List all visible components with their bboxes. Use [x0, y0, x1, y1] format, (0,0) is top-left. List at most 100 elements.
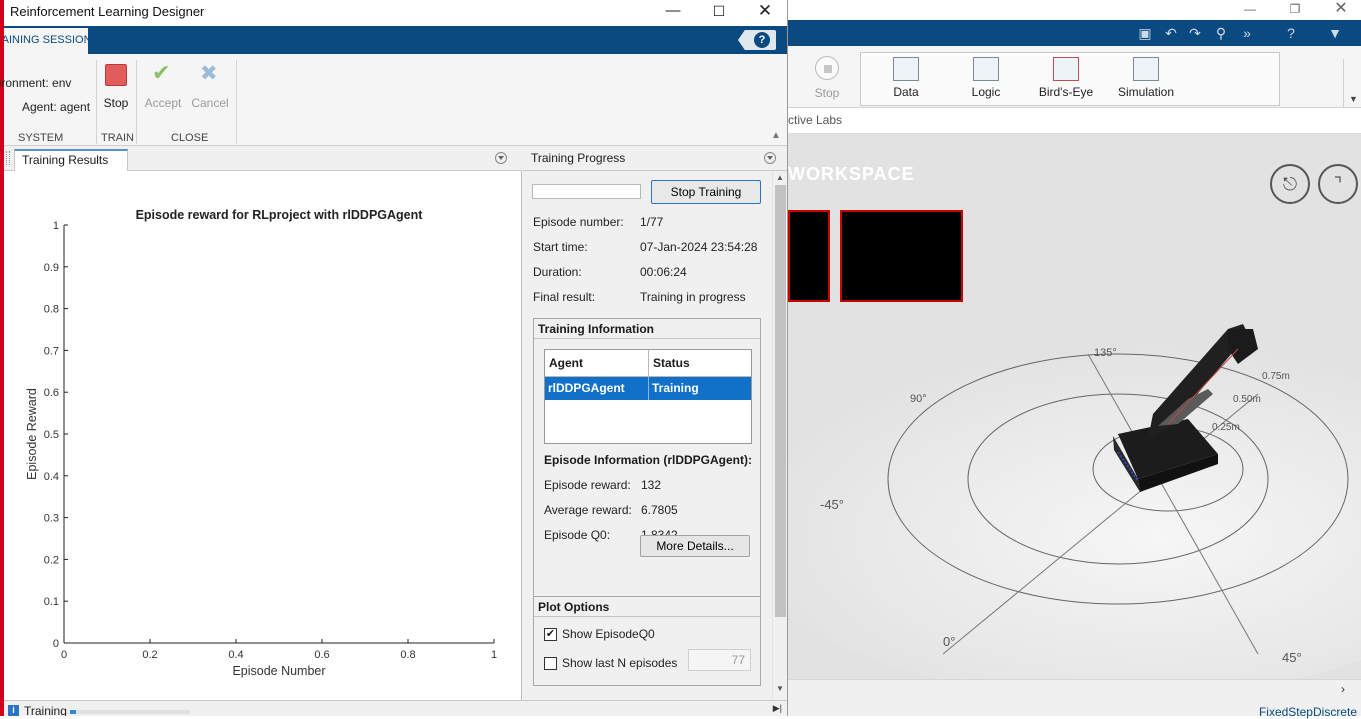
tab-training-results[interactable]: Training Results: [14, 149, 128, 171]
progress-body: Stop Training Episode number: 1/77 Start…: [523, 171, 771, 700]
logic-analyzer-icon: [973, 57, 999, 81]
y-tick-label: 0.7: [44, 345, 59, 357]
horizontal-scrollbar[interactable]: ›: [788, 679, 1361, 699]
more-details-button[interactable]: More Details...: [640, 535, 750, 557]
close-icon[interactable]: ✕: [1326, 0, 1356, 20]
stop-icon: [815, 56, 839, 80]
scene-label-r050: 0.50m: [1233, 394, 1261, 405]
solver-status[interactable]: FixedStepDiscrete: [1259, 705, 1357, 719]
simulation-3d-view[interactable]: 135° 90° -45° 0° 45° 0.75m 0.50m 0.25m W…: [788, 134, 1361, 679]
redo-icon[interactable]: ↷: [1184, 23, 1206, 43]
apps-gallery: Data Logic Bird's-Eye Simulation ▼: [860, 52, 1358, 113]
episode-number-label: Episode number:: [533, 215, 624, 229]
save-icon[interactable]: ▣: [1134, 23, 1156, 43]
tab-label: Training Results: [22, 153, 109, 167]
window-title: Reinforcement Learning Designer: [10, 4, 205, 19]
cancel-x-icon: [199, 61, 221, 86]
run-menu-icon[interactable]: »: [1236, 23, 1258, 43]
status-progress-bar: [70, 710, 190, 714]
scrollbar-thumb[interactable]: [775, 185, 786, 617]
y-tick-label: 0.6: [44, 387, 59, 399]
scroll-right-icon[interactable]: ›: [1341, 682, 1345, 696]
y-axis-label: Episode Reward: [25, 388, 39, 480]
episode-q0-label: Episode Q0:: [544, 528, 611, 542]
birds-eye-scope-icon: [1053, 57, 1079, 81]
x-tick-label: 0.2: [142, 649, 157, 661]
stop-label: Stop: [103, 96, 129, 110]
duration-label: Duration:: [533, 265, 582, 279]
scene-label-0: 0°: [943, 634, 955, 649]
stop-button[interactable]: Stop: [94, 64, 138, 110]
x-tick-label: 0.8: [400, 649, 415, 661]
y-tick-label: 0: [53, 638, 59, 650]
scroll-up-icon[interactable]: ▲: [776, 173, 784, 182]
gallery-item-data[interactable]: Data: [867, 57, 945, 99]
camera-view-box[interactable]: [788, 210, 830, 302]
gallery-item-birds-eye[interactable]: Bird's-Eye: [1027, 57, 1105, 99]
expand-panel-icon[interactable]: ▶|: [773, 703, 782, 714]
robot-view-icon[interactable]: ⎋: [1270, 164, 1310, 204]
plot-options-title: Plot Options: [534, 597, 760, 617]
average-reward-value: 6.7805: [641, 503, 678, 517]
panel-menu-icon[interactable]: [495, 152, 507, 164]
chart-title: Episode reward for RLproject with rlDDPG…: [136, 208, 424, 222]
y-tick-label: 0.9: [44, 262, 59, 274]
show-last-n-checkbox[interactable]: [544, 657, 557, 670]
duration-value: 00:06:24: [640, 265, 687, 279]
table-row[interactable]: rlDDPGAgent Training: [545, 377, 751, 400]
gallery-expand-icon[interactable]: ▼: [1343, 59, 1361, 113]
breadcrumb[interactable]: ctive Labs: [788, 108, 1361, 134]
status-text: Training: [24, 704, 67, 716]
help-button[interactable]: ?: [738, 30, 776, 50]
restore-icon[interactable]: ❐: [1280, 0, 1310, 20]
group-label-train: TRAIN: [101, 132, 134, 144]
show-q0-checkbox[interactable]: ✔: [544, 628, 557, 641]
start-time-label: Start time:: [533, 240, 588, 254]
y-tick-label: 0.5: [44, 429, 59, 441]
column-header-status[interactable]: Status: [649, 350, 751, 377]
scroll-down-icon[interactable]: ▼: [776, 684, 784, 693]
scene-label-135: 135°: [1094, 347, 1117, 359]
average-reward-label: Average reward:: [544, 503, 632, 517]
rl-designer-window: Reinforcement Learning Designer — ☐ ✕ TR…: [0, 0, 788, 716]
stop-icon: [105, 64, 127, 86]
maximize-icon[interactable]: ☐: [696, 0, 742, 24]
accept-button[interactable]: Accept: [141, 60, 185, 110]
episode-info-title: Episode Information (rlDDPGAgent):: [544, 453, 752, 467]
column-header-agent[interactable]: Agent: [545, 350, 649, 377]
minimize-icon[interactable]: —: [650, 0, 696, 24]
show-q0-label: Show EpisodeQ0: [562, 627, 655, 641]
plot-area: [64, 225, 494, 643]
vertical-scrollbar[interactable]: ▲ ▼: [772, 171, 787, 700]
arm-view-icon[interactable]: ⌝: [1318, 164, 1358, 204]
minimize-icon[interactable]: —: [1235, 0, 1265, 20]
close-icon[interactable]: ✕: [742, 0, 787, 24]
help-icon[interactable]: ?: [1280, 23, 1302, 43]
gallery-item-logic[interactable]: Logic: [947, 57, 1025, 99]
zoom-icon[interactable]: ⚲: [1210, 23, 1232, 43]
chevron-down-icon[interactable]: ▼: [1324, 23, 1346, 43]
bg-stop-button[interactable]: Stop: [802, 56, 852, 100]
scene-label-neg45: -45°: [820, 497, 844, 512]
background-titlebar: — ❐ ✕: [788, 0, 1361, 20]
cell-status: Training: [652, 381, 699, 395]
panel-menu-icon[interactable]: [764, 152, 776, 164]
x-axis-label: Episode Number: [232, 664, 325, 678]
simulation-manager-icon: [1133, 57, 1159, 81]
stop-training-button[interactable]: Stop Training: [651, 180, 761, 204]
cell-agent: rlDDPGAgent: [545, 377, 649, 400]
collapse-ribbon-icon[interactable]: ▲: [770, 130, 782, 142]
tab-training-session[interactable]: TRAINING SESSION: [4, 28, 88, 54]
gallery-item-simulation[interactable]: Simulation: [1107, 57, 1185, 99]
y-tick-label: 1: [53, 220, 59, 232]
y-tick-label: 0.8: [44, 304, 59, 316]
cancel-button[interactable]: Cancel: [188, 61, 232, 110]
statusbar: i Training ▶|: [4, 700, 787, 716]
n-episodes-input[interactable]: 77: [688, 649, 751, 671]
camera-view-box[interactable]: [840, 210, 963, 302]
episode-reward-chart[interactable]: 0 0.2 0.4 0.6 0.8 1 0 0.1 0.2 0.3 0.4 0.5 0.6 0.7 0.8 0…: [4, 171, 522, 700]
undo-icon[interactable]: ↶: [1160, 23, 1182, 43]
drag-handle-icon[interactable]: [6, 151, 10, 165]
tab-label: TRAINING SESSION: [4, 34, 88, 46]
x-tick-label: 0: [61, 649, 67, 661]
